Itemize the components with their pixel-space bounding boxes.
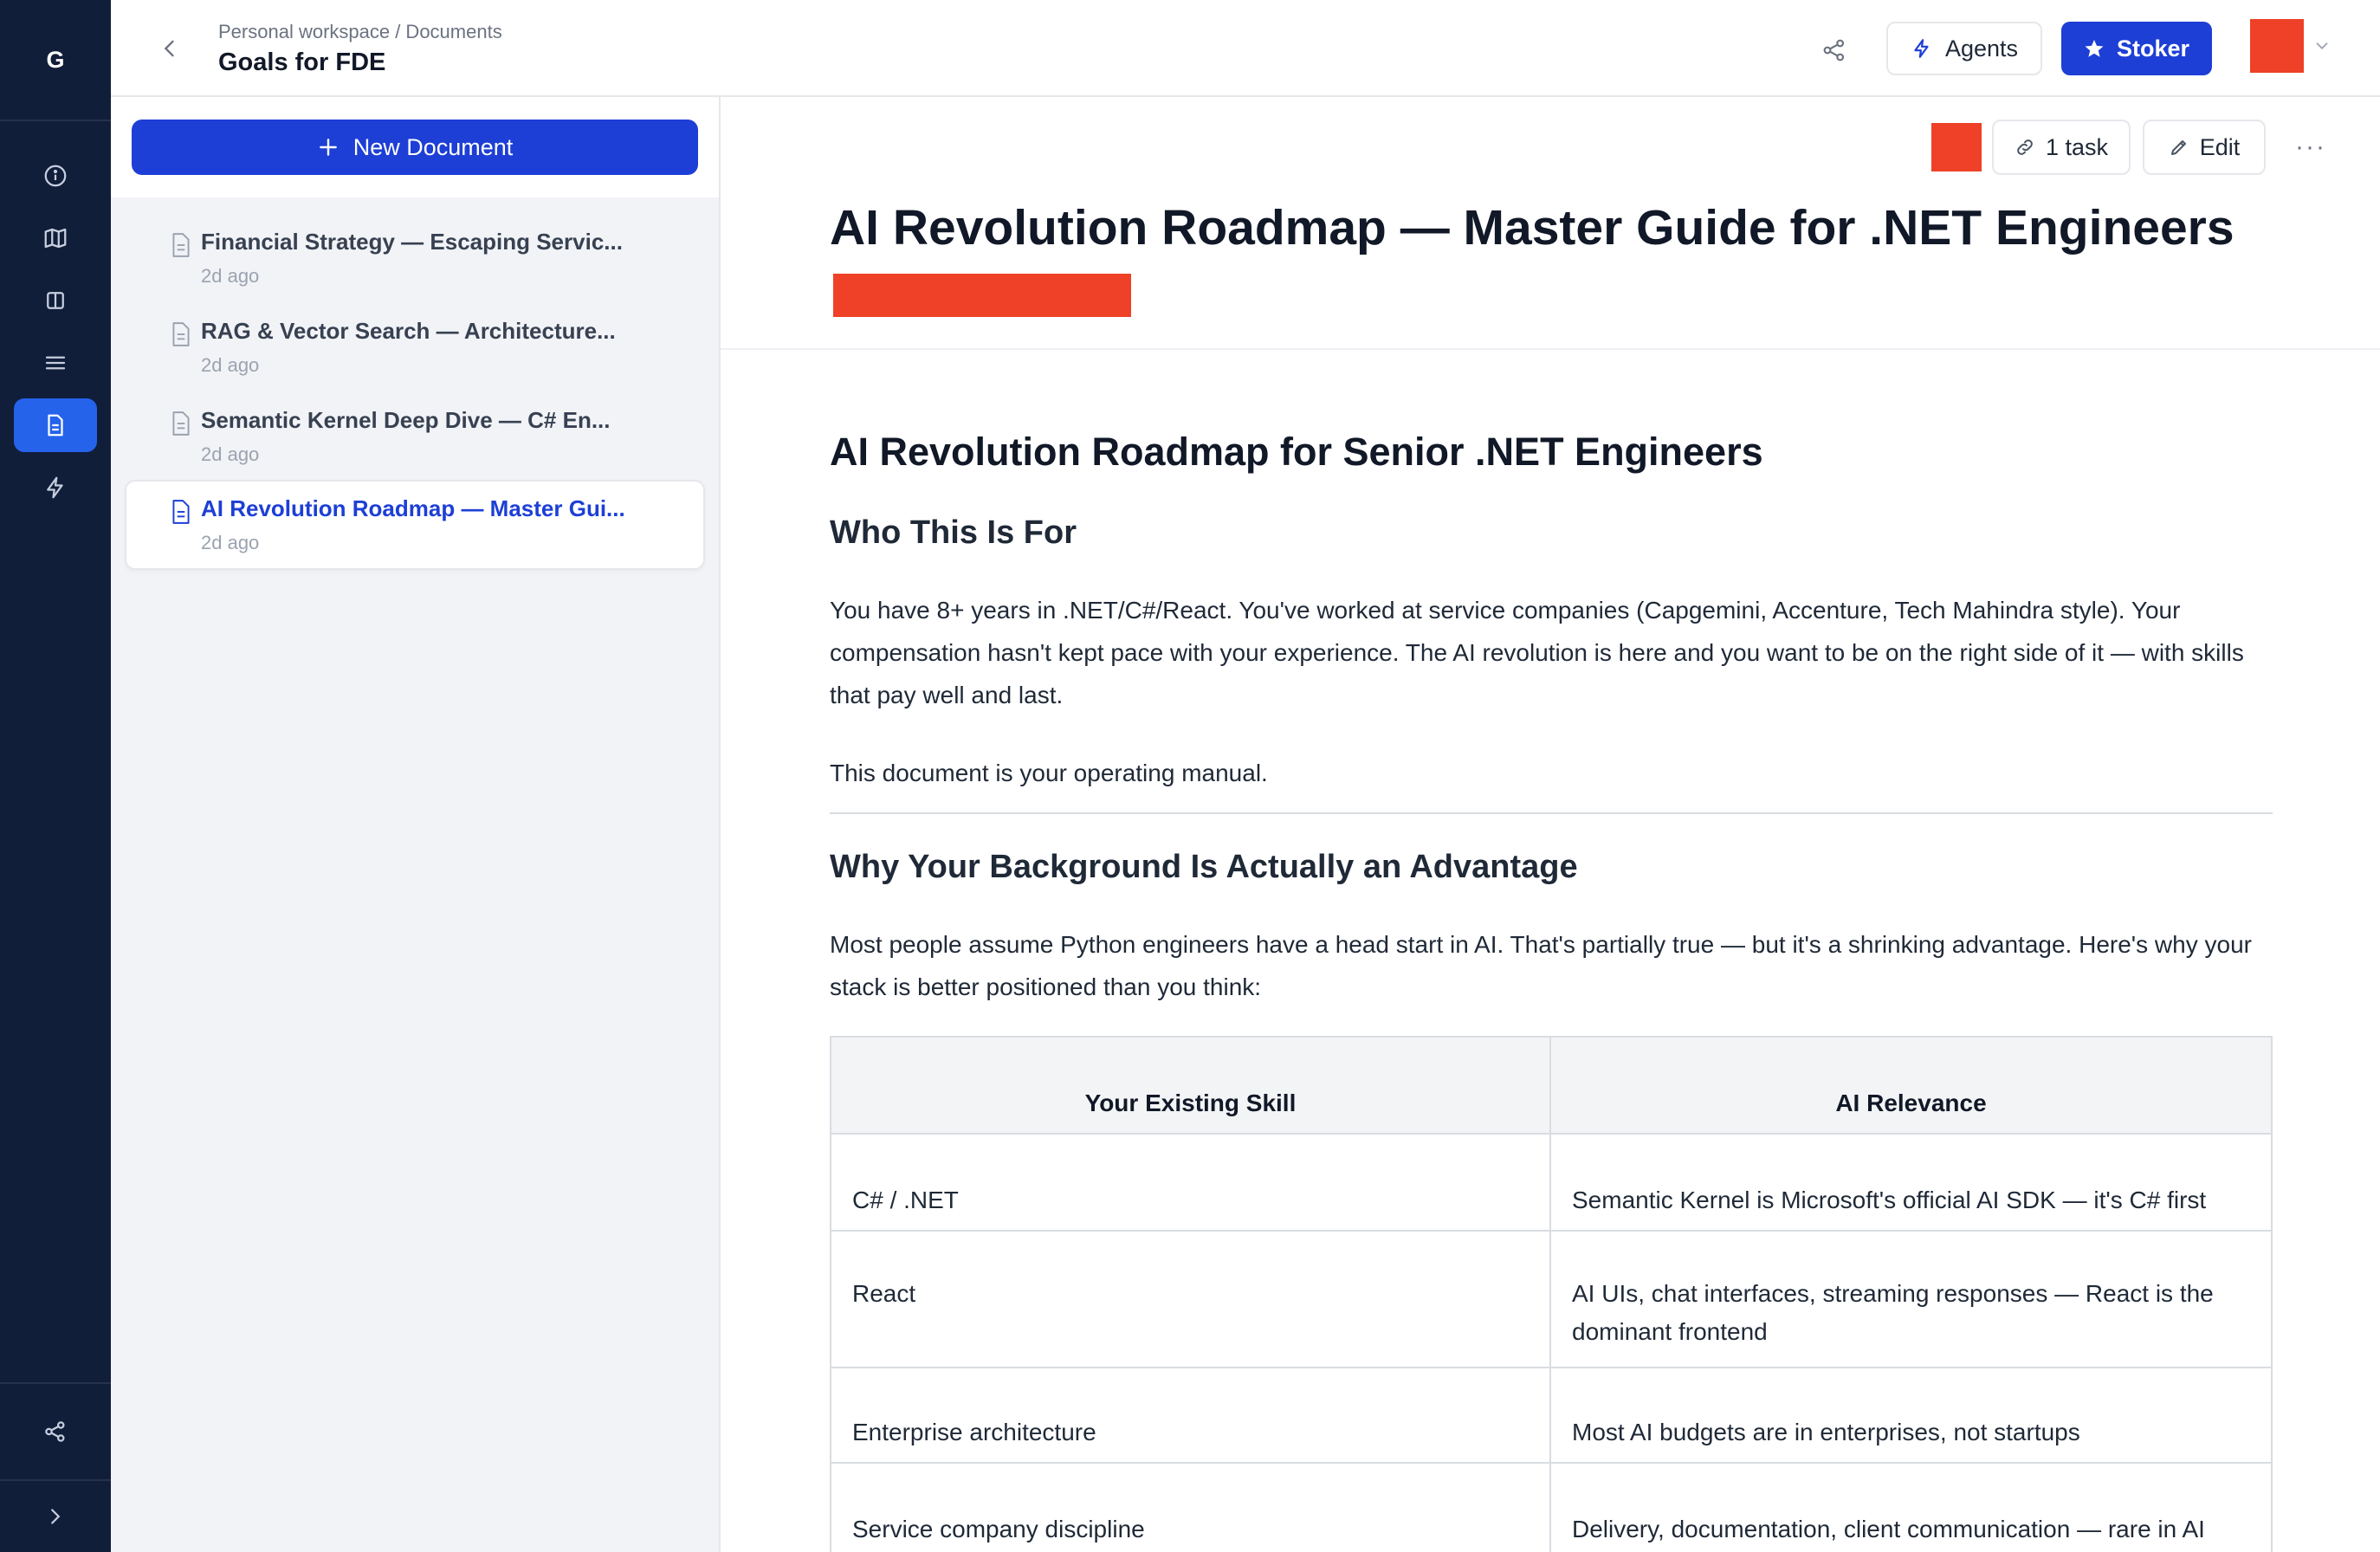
avatar[interactable] [2250,19,2304,73]
document-view: 1 task Edit ··· AI Revolution Roadmap — … [721,97,2380,1552]
info-icon[interactable] [14,149,97,203]
document-item-title: Financial Strategy — Escaping Servic... [201,229,623,255]
document-item[interactable]: Financial Strategy — Escaping Servic... … [125,213,705,303]
document-icon [172,500,190,524]
document-list-panel: New Document Financial Strategy — Escapi… [111,97,721,1552]
top-header: Personal workspace / Documents Goals for… [111,0,2380,97]
columns-icon[interactable] [14,274,97,327]
document-icon [172,411,190,436]
stoker-label: Stoker [2116,35,2190,61]
chevron-down-icon[interactable] [2311,35,2333,57]
more-options-icon[interactable]: ··· [2293,132,2328,163]
paragraph: You have 8+ years in .NET/C#/React. You'… [830,597,2244,708]
edit-button[interactable]: Edit [2143,120,2266,175]
table-cell: Delivery, documentation, client communic… [1572,1516,2205,1542]
table-cell: React [831,1232,1551,1367]
new-document-label: New Document [352,133,514,160]
document-item[interactable]: RAG & Vector Search — Architecture... 2d… [125,302,705,392]
workspace-logo[interactable]: G [0,0,111,121]
nav-rail: G [0,0,111,1552]
edit-label: Edit [2199,133,2241,160]
table-header-row: Your Existing Skill AI Relevance [831,1038,2271,1135]
table-cell: C# / .NET [831,1135,1551,1230]
pencil-icon [2170,140,2186,155]
document-header: 1 task Edit ··· AI Revolution Roadmap — … [721,97,2380,350]
document-icon [172,233,190,257]
new-document-button[interactable]: New Document [132,120,698,175]
document-icon [172,322,190,346]
document-item-title: RAG & Vector Search — Architecture... [201,318,616,344]
skills-table: Your Existing Skill AI Relevance C# / .N… [830,1036,2273,1552]
breadcrumb[interactable]: Personal workspace / Documents [218,21,502,43]
task-label: 1 task [2045,133,2109,160]
share-icon[interactable] [1815,31,1853,69]
redacted-bar [833,274,1131,317]
documents-icon[interactable] [14,398,97,452]
expand-chevron-icon[interactable] [14,1490,97,1543]
table-row: C# / .NET Semantic Kernel is Microsoft's… [831,1135,2271,1232]
heading-1: AI Revolution Roadmap for Senior .NET En… [830,430,1763,474]
document-item-title: AI Revolution Roadmap — Master Gui... [201,495,625,521]
page-title: Goals for FDE [218,48,386,76]
table-row: Service company discipline Delivery, doc… [831,1464,2271,1552]
table-cell: Semantic Kernel is Microsoft's official … [1572,1187,2207,1213]
paragraph: This document is your operating manual. [830,760,1268,786]
table-cell: Service company discipline [831,1464,1551,1552]
document-item-time: 2d ago [201,532,260,553]
table-row: React AI UIs, chat interfaces, streaming… [831,1232,2271,1368]
redacted-block [1931,123,1982,171]
rail-divider [0,1382,111,1384]
table-cell: Most AI budgets are in enterprises, not … [1572,1419,2080,1445]
app-window: G Personal workspace / Documents Goals f… [0,0,2380,1552]
divider [830,812,2273,814]
bolt-icon [1914,39,1929,58]
heading-who-this-is-for: Who This Is For [830,514,1077,551]
document-item-time: 2d ago [201,354,260,376]
rail-divider [0,1479,111,1481]
table-cell: Enterprise architecture [831,1368,1551,1462]
map-icon[interactable] [14,211,97,265]
paragraph: Most people assume Python engineers have… [830,931,2252,1000]
document-item-active[interactable]: AI Revolution Roadmap — Master Gui... 2d… [125,480,705,570]
document-title: AI Revolution Roadmap — Master Guide for… [830,200,2234,255]
agents-button[interactable]: Agents [1886,22,2042,75]
document-item-time: 2d ago [201,443,260,465]
agents-label: Agents [1944,35,2019,61]
link-icon [2017,139,2033,155]
table-header-cell: AI Relevance [1835,1090,1987,1116]
document-list-toolbar: New Document [111,97,719,197]
table-cell: AI UIs, chat interfaces, streaming respo… [1572,1280,2214,1345]
star-icon [2085,40,2104,57]
stoker-button[interactable]: Stoker [2061,22,2212,75]
document-item-title: Semantic Kernel Deep Dive — C# En... [201,407,611,433]
list-icon[interactable] [14,336,97,390]
table-header-cell: Your Existing Skill [831,1038,1551,1133]
plus-icon [319,139,337,156]
document-item[interactable]: Semantic Kernel Deep Dive — C# En... 2d … [125,391,705,482]
share-network-icon[interactable] [14,1405,97,1458]
table-row: Enterprise architecture Most AI budgets … [831,1368,2271,1464]
bolt-icon[interactable] [14,461,97,514]
task-button[interactable]: 1 task [1992,120,2131,175]
document-item-time: 2d ago [201,265,260,287]
heading-why-your-background: Why Your Background Is Actually an Advan… [830,849,1578,885]
back-chevron-icon[interactable] [154,33,185,64]
